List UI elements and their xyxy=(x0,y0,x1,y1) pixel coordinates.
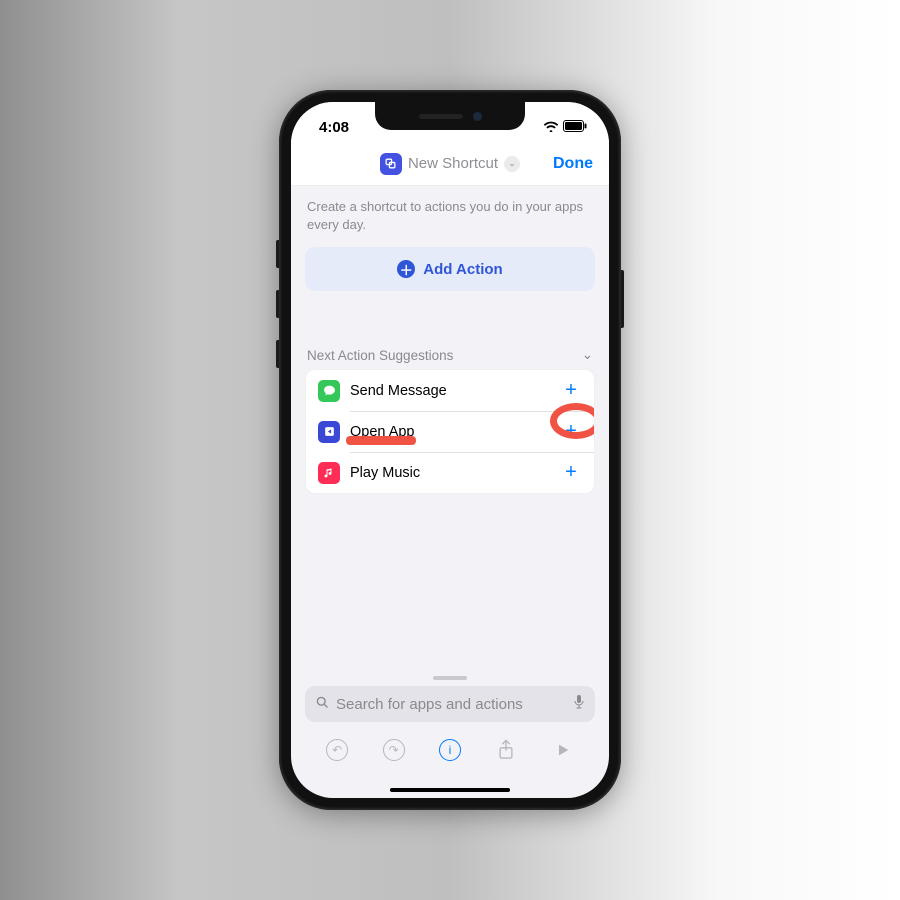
chevron-down-icon: ⌄ xyxy=(582,347,593,363)
page-title[interactable]: New Shortcut xyxy=(408,155,498,172)
run-button[interactable] xyxy=(546,733,580,767)
intro-text: Create a shortcut to actions you do in y… xyxy=(305,198,595,233)
add-action-button[interactable]: ＋ Add Action xyxy=(305,247,595,291)
search-bar[interactable] xyxy=(305,686,595,722)
done-button[interactable]: Done xyxy=(553,155,593,173)
open-app-icon xyxy=(318,421,340,443)
share-button[interactable] xyxy=(489,733,523,767)
shortcut-app-icon xyxy=(380,153,402,175)
sheet-drag-handle[interactable] xyxy=(433,676,467,680)
title-chevron-icon[interactable]: ⌄ xyxy=(504,156,520,172)
add-action-label: Add Action xyxy=(423,261,502,278)
suggestion-label: Play Music xyxy=(350,465,550,481)
add-icon[interactable]: + xyxy=(560,461,582,484)
home-indicator[interactable] xyxy=(390,788,510,792)
suggestion-row-open-app[interactable]: Open App + xyxy=(306,411,594,452)
dictation-icon[interactable] xyxy=(573,694,585,715)
suggestion-row-send-message[interactable]: Send Message + xyxy=(306,370,594,411)
bottom-toolbar: ↶ ↷ i xyxy=(291,726,609,774)
nav-bar: New Shortcut ⌄ Done xyxy=(291,142,609,186)
info-button[interactable]: i xyxy=(433,733,467,767)
messages-app-icon xyxy=(318,380,340,402)
suggestion-row-play-music[interactable]: Play Music + xyxy=(306,452,594,493)
screen: 4:08 New Shortcut ⌄ Done Create a s xyxy=(291,102,609,798)
add-icon[interactable]: + xyxy=(560,379,582,402)
add-icon[interactable]: + xyxy=(560,420,582,443)
search-icon xyxy=(315,695,330,714)
suggestions-title: Next Action Suggestions xyxy=(307,348,453,363)
iphone-device-frame: 4:08 New Shortcut ⌄ Done Create a s xyxy=(279,90,621,810)
battery-icon xyxy=(563,119,587,136)
music-app-icon xyxy=(318,462,340,484)
notch xyxy=(375,102,525,130)
redo-button[interactable]: ↷ xyxy=(377,733,411,767)
undo-button[interactable]: ↶ xyxy=(320,733,354,767)
suggestions-list: Send Message + Open App + Play M xyxy=(305,369,595,494)
suggestion-label: Send Message xyxy=(350,383,550,399)
suggestion-label: Open App xyxy=(350,424,550,440)
plus-circle-icon: ＋ xyxy=(397,260,415,278)
search-input[interactable] xyxy=(336,696,567,713)
wifi-icon xyxy=(543,119,559,136)
status-time: 4:08 xyxy=(319,119,349,136)
suggestions-header[interactable]: Next Action Suggestions ⌄ xyxy=(305,347,595,369)
